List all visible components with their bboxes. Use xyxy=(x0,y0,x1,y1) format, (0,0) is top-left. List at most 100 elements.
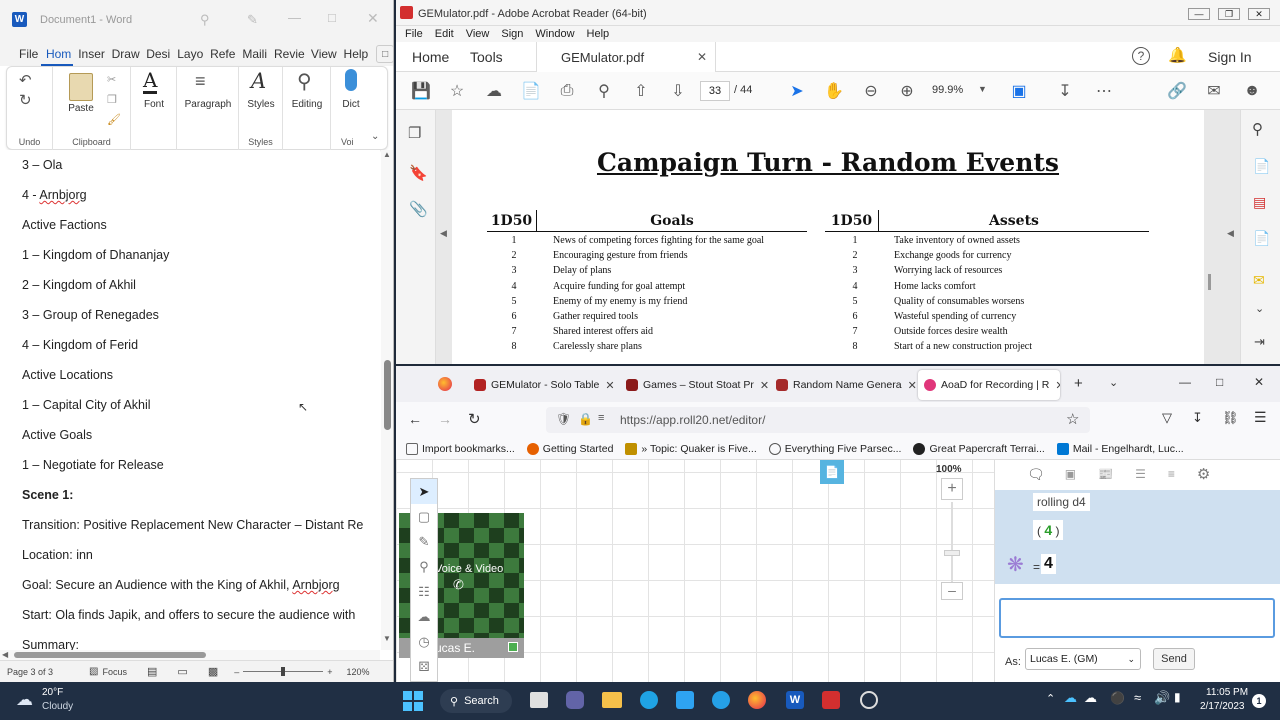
minimize-icon[interactable]: — xyxy=(1188,8,1210,20)
mic-icon[interactable]: ⚫ xyxy=(1110,691,1125,705)
bookmark-quaker[interactable]: » Topic: Quaker is Five... xyxy=(625,442,757,455)
tab-random-name[interactable]: Random Name Genera ✕ xyxy=(770,370,916,400)
obs-icon[interactable] xyxy=(860,691,878,709)
bell-icon[interactable]: 🔔 xyxy=(1168,46,1187,64)
zoom-in-icon[interactable]: + xyxy=(327,667,332,677)
menu-sign[interactable]: Sign xyxy=(501,28,523,40)
extensions-icon[interactable]: ⛓ xyxy=(1222,410,1239,426)
next-page-icon[interactable]: ⇩ xyxy=(667,80,689,102)
weather-temp[interactable]: 20°F xyxy=(42,687,63,698)
zoom-out-icon[interactable]: ⊖ xyxy=(860,80,882,102)
send-button[interactable]: Send xyxy=(1153,648,1195,670)
zoom-level[interactable]: 120% xyxy=(347,667,370,677)
dice-tool-icon[interactable]: ⚄ xyxy=(411,654,437,679)
paragraph-button[interactable]: Paragraph xyxy=(179,99,237,110)
search-icon[interactable]: ⚲ xyxy=(1252,120,1263,138)
copy-icon[interactable]: ❐ xyxy=(107,93,117,106)
zoom-slider-track[interactable] xyxy=(951,502,953,582)
chevron-down-icon[interactable]: ⌄ xyxy=(1255,302,1264,315)
tab-help[interactable]: Help xyxy=(339,42,371,66)
menu-help[interactable]: Help xyxy=(587,28,610,40)
misspelled-word[interactable]: Arnbjorg xyxy=(39,188,86,202)
draw-tool-icon[interactable]: ✎ xyxy=(411,529,437,554)
zoom-tool-icon[interactable]: ⚲ xyxy=(411,554,437,579)
mail-icon[interactable]: ✉ xyxy=(1203,80,1225,102)
chevron-down-icon[interactable]: ⌄ xyxy=(371,131,379,142)
zoom-slider-thumb[interactable] xyxy=(944,550,960,556)
tab-layout[interactable]: Layo xyxy=(172,42,205,66)
close-tab-icon[interactable]: ✕ xyxy=(599,379,620,392)
help-icon[interactable]: ? xyxy=(1132,47,1150,65)
scroll-left-icon[interactable]: ◀ xyxy=(2,650,8,660)
store-icon[interactable] xyxy=(676,691,694,709)
ruler-tool-icon[interactable]: ☷ xyxy=(411,579,437,604)
web-layout-icon[interactable]: ▩ xyxy=(208,665,218,678)
microphone-icon[interactable] xyxy=(345,69,357,91)
settings-gear-icon[interactable]: ⚙ xyxy=(1197,465,1210,483)
teams-icon[interactable] xyxy=(566,691,584,709)
start-icon[interactable] xyxy=(403,691,423,711)
acrobat-icon[interactable] xyxy=(822,691,840,709)
maximize-icon[interactable]: □ xyxy=(1216,375,1223,389)
scroll-mode-icon[interactable]: ↧ xyxy=(1054,80,1076,102)
phone-icon[interactable]: ✆ xyxy=(453,577,464,593)
undo-icon[interactable]: ↶ xyxy=(19,71,32,89)
macros-tab-icon[interactable]: ≡ xyxy=(1168,467,1175,481)
font-button[interactable]: Font xyxy=(135,99,173,110)
volume-icon[interactable]: 🔊 xyxy=(1154,690,1170,706)
collapse-right-icon[interactable]: ◀ xyxy=(1227,228,1234,239)
url-bar[interactable]: 🛡 🔒 ≡ https://app.roll20.net/editor/ ☆ xyxy=(546,407,1090,433)
select-cursor-icon[interactable]: ➤ xyxy=(786,80,808,102)
journal-tab-icon[interactable]: 📰 xyxy=(1098,467,1113,481)
vertical-scroll-thumb[interactable] xyxy=(384,360,391,430)
chat-tab-icon[interactable]: 🗨 xyxy=(1027,466,1045,483)
prev-page-icon[interactable]: ⇧ xyxy=(630,80,652,102)
pages-icon[interactable]: ❐ xyxy=(408,124,421,142)
search-box[interactable]: ⚲ Search xyxy=(440,689,512,713)
menu-icon[interactable]: ☰ xyxy=(1254,409,1267,426)
turn-tracker-icon[interactable]: ◷ xyxy=(411,629,437,654)
tab-draw[interactable]: Draw xyxy=(107,42,142,66)
scroll-up-icon[interactable]: ▲ xyxy=(383,150,391,159)
maximize-icon[interactable]: □ xyxy=(328,10,336,25)
file-explorer-icon[interactable] xyxy=(602,692,622,708)
wifi-icon[interactable]: ≈ xyxy=(1134,690,1141,705)
bookmark-import[interactable]: Import bookmarks... xyxy=(406,442,515,455)
bookmark-icon[interactable]: 🔖 xyxy=(409,164,428,182)
tab-mailings[interactable]: Maili xyxy=(237,42,269,66)
collapse-panel-icon[interactable]: ⇥ xyxy=(1254,334,1265,350)
menu-window[interactable]: Window xyxy=(535,28,574,40)
clock-time[interactable]: 11:05 PM xyxy=(1206,687,1248,698)
chevron-down-icon[interactable]: ▼ xyxy=(978,84,987,94)
bookmark-getting-started[interactable]: Getting Started xyxy=(526,442,613,455)
print-layout-icon[interactable]: ▭ xyxy=(177,665,187,678)
menu-file[interactable]: File xyxy=(405,28,423,40)
user-search-icon[interactable]: ☻ xyxy=(1241,80,1263,102)
styles-button[interactable]: Styles xyxy=(241,99,281,110)
tools-tab[interactable]: Tools xyxy=(470,49,503,65)
focus-button[interactable]: Focus xyxy=(103,667,128,677)
misspelled-word[interactable]: Arnbjorg xyxy=(292,578,339,592)
close-tab-icon[interactable]: ✕ xyxy=(902,379,916,392)
bookmark-five-parsecs[interactable]: Everything Five Parsec... xyxy=(768,442,901,455)
bookmark-star-icon[interactable]: ☆ xyxy=(1066,410,1079,428)
collapse-left-icon[interactable]: ◀ xyxy=(440,228,447,239)
close-tab-icon[interactable]: ✕ xyxy=(1049,379,1060,392)
fog-tool-icon[interactable]: ☁ xyxy=(411,604,437,629)
read-mode-icon[interactable]: ▤ xyxy=(147,665,157,678)
battery-icon[interactable]: ▮ xyxy=(1174,690,1181,704)
zoom-out-button[interactable]: – xyxy=(941,582,963,600)
minimize-icon[interactable]: — xyxy=(288,10,301,25)
menu-edit[interactable]: Edit xyxy=(435,28,454,40)
zoom-in-icon[interactable]: ⊕ xyxy=(896,80,918,102)
home-tab[interactable]: Home xyxy=(412,49,449,65)
attachment-icon[interactable]: 📎 xyxy=(409,200,428,218)
tab-insert[interactable]: Inser xyxy=(73,42,106,66)
forward-icon[interactable]: → xyxy=(438,411,452,427)
back-icon[interactable]: ← xyxy=(408,411,422,427)
export-pdf-icon[interactable]: 📄 xyxy=(1253,158,1270,175)
document-body[interactable]: 3 – Ola 4 - Arnbjorg Active Factions 1 –… xyxy=(0,150,380,650)
editing-button[interactable]: Editing xyxy=(283,99,331,110)
comment-icon[interactable]: ✉ xyxy=(1253,272,1265,289)
paste-button[interactable]: Paste xyxy=(63,103,99,114)
